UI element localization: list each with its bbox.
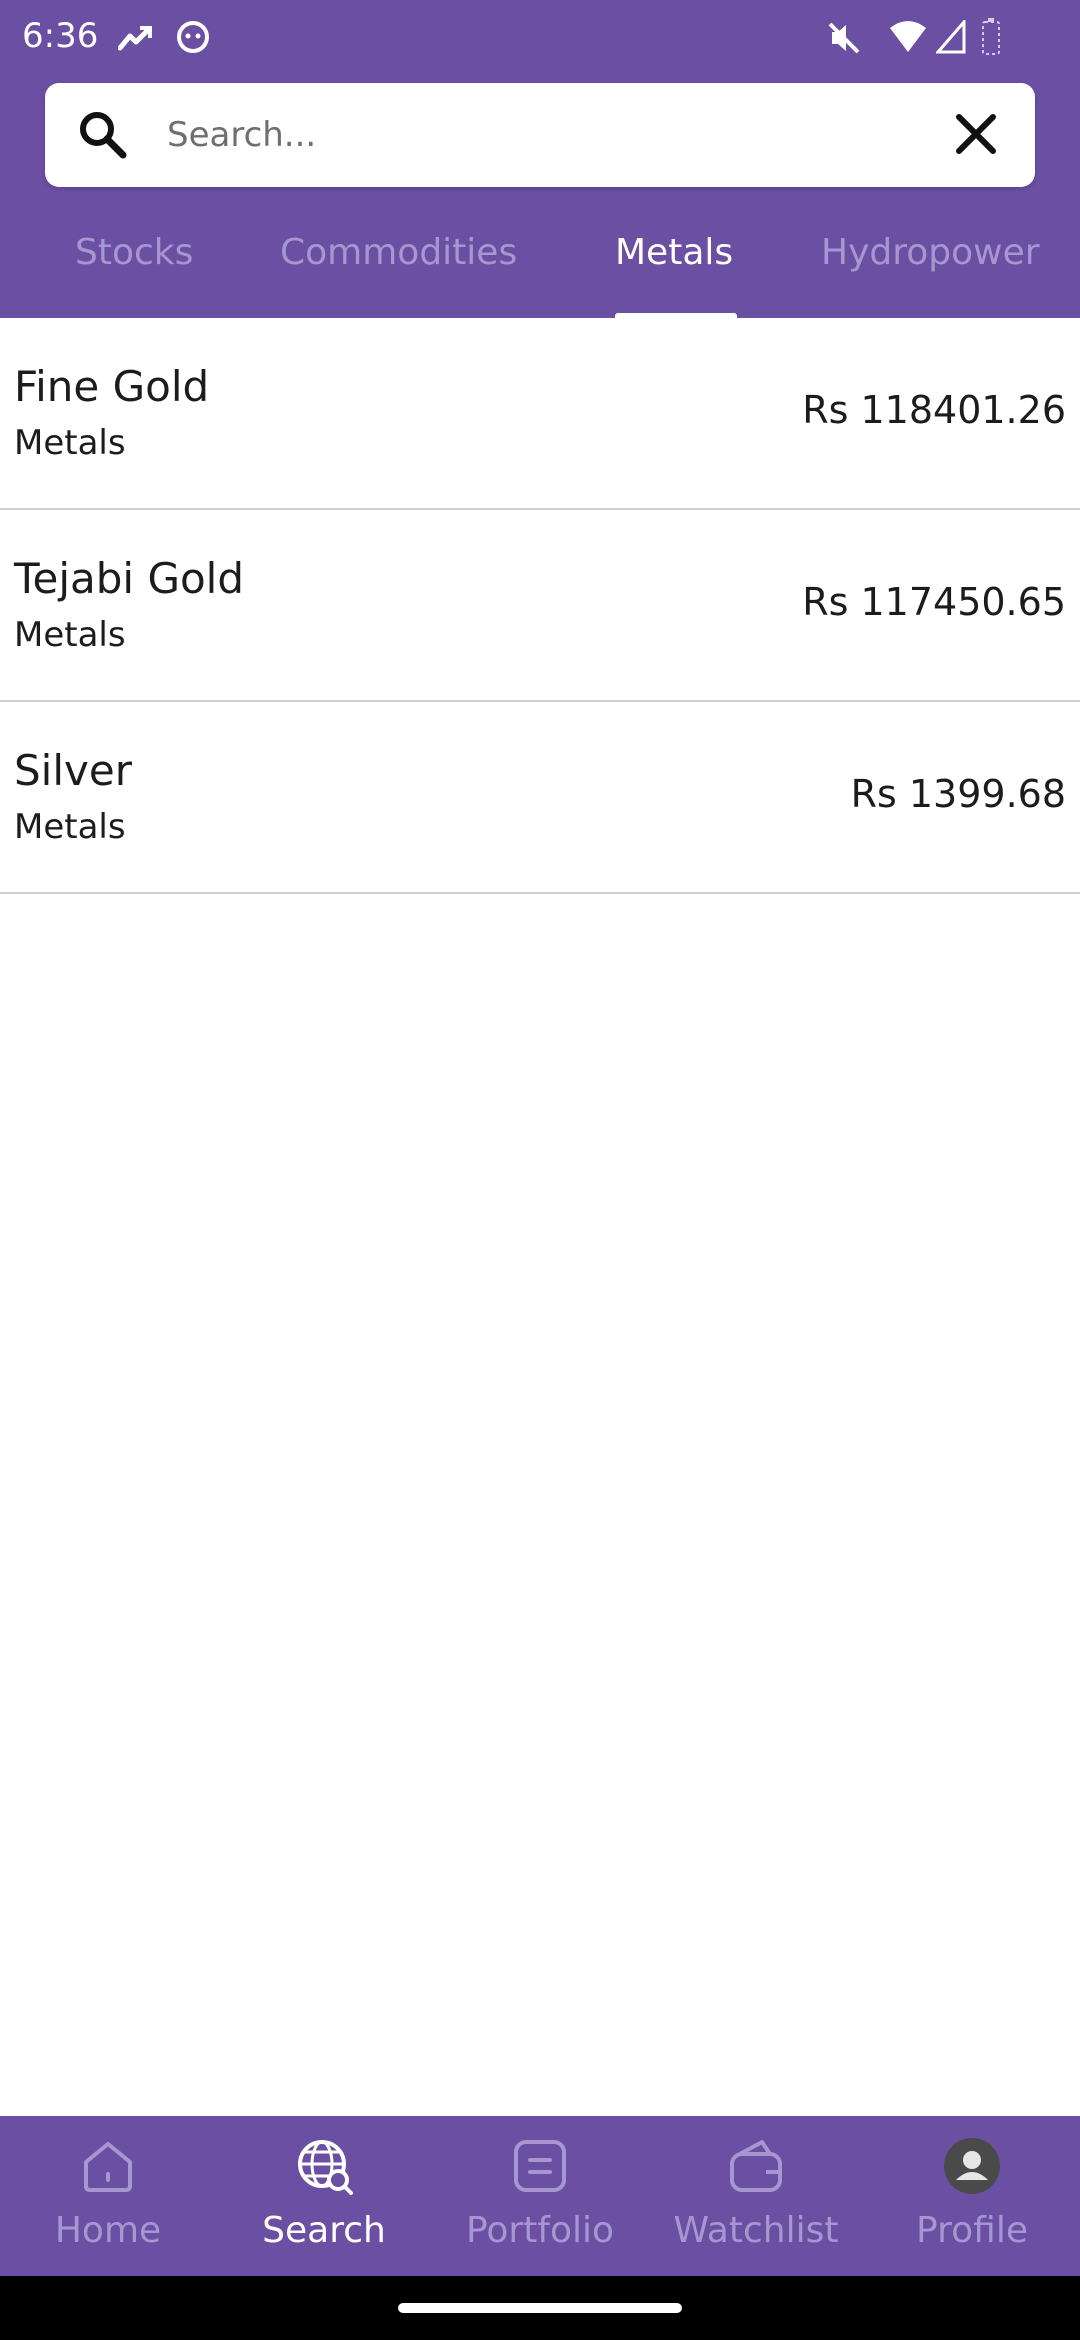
item-price: Rs 117450.65 xyxy=(802,580,1066,624)
search-icon xyxy=(80,112,127,159)
bottom-navigation: Home Search Portfolio Watchlist Profile xyxy=(0,2116,1080,2276)
item-name: Fine Gold xyxy=(14,362,210,411)
battery-icon xyxy=(982,18,1000,55)
category-tabs: Stocks Commodities Metals Hydropower xyxy=(0,220,1080,319)
vibrate-mute-icon xyxy=(828,22,860,54)
nav-label: Portfolio xyxy=(465,2210,615,2251)
trend-notification-icon xyxy=(118,26,152,51)
nav-profile[interactable]: Profile xyxy=(864,2116,1080,2276)
search-bar xyxy=(45,83,1035,187)
list-item[interactable]: Silver Metals Rs 1399.68 xyxy=(0,702,1080,894)
item-price: Rs 1399.68 xyxy=(850,772,1066,816)
nav-home[interactable]: Home xyxy=(0,2116,216,2276)
item-price: Rs 118401.26 xyxy=(802,388,1066,432)
metals-list: Fine Gold Metals Rs 118401.26 Tejabi Gol… xyxy=(0,318,1080,894)
list-item[interactable]: Tejabi Gold Metals Rs 117450.65 xyxy=(0,510,1080,702)
nav-portfolio[interactable]: Portfolio xyxy=(432,2116,648,2276)
item-name: Tejabi Gold xyxy=(14,554,245,603)
item-name: Silver xyxy=(14,746,132,795)
nav-search[interactable]: Search xyxy=(216,2116,432,2276)
status-bar: 6:36 xyxy=(0,0,1080,76)
wifi-icon xyxy=(890,21,926,52)
signal-icon xyxy=(936,20,966,54)
tab-hydropower[interactable]: Hydropower xyxy=(821,232,1040,273)
item-category: Metals xyxy=(14,615,126,655)
list-item[interactable]: Fine Gold Metals Rs 118401.26 xyxy=(0,318,1080,510)
globe-search-icon xyxy=(298,2140,353,2195)
home-gesture-handle[interactable] xyxy=(398,2303,682,2313)
app-header: 6:36 Search... Stocks Commodities Metals… xyxy=(0,0,1080,319)
tab-stocks[interactable]: Stocks xyxy=(75,232,193,273)
portfolio-icon xyxy=(514,2140,566,2192)
app-notification-icon xyxy=(177,21,209,53)
search-input[interactable] xyxy=(167,105,947,165)
tab-metals[interactable]: Metals xyxy=(615,232,733,273)
item-category: Metals xyxy=(14,807,126,847)
nav-label: Search xyxy=(262,2210,386,2251)
wallet-icon xyxy=(730,2140,782,2192)
nav-label: Home xyxy=(54,2210,162,2251)
tab-commodities[interactable]: Commodities xyxy=(280,232,517,273)
item-category: Metals xyxy=(14,423,126,463)
close-icon[interactable] xyxy=(953,111,999,157)
profile-avatar-icon xyxy=(944,2138,1000,2194)
system-gesture-area xyxy=(0,2276,1080,2340)
nav-watchlist[interactable]: Watchlist xyxy=(648,2116,864,2276)
nav-label: Profile xyxy=(916,2210,1028,2251)
nav-label: Watchlist xyxy=(673,2210,839,2251)
home-icon xyxy=(84,2142,132,2192)
status-time: 6:36 xyxy=(22,16,99,56)
